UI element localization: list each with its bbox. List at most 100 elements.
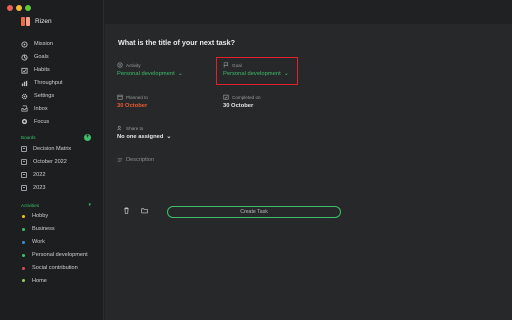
board-icon bbox=[21, 159, 27, 166]
description-placeholder: Description bbox=[126, 157, 154, 163]
nav-item-goals[interactable]: Goals bbox=[21, 51, 97, 64]
nav-item-throughput[interactable]: Throughput bbox=[21, 77, 97, 90]
app-brand[interactable]: Rizen bbox=[21, 17, 52, 26]
activity-color-dot bbox=[22, 227, 25, 231]
board-item-decision-matrix[interactable]: Decision Matrix bbox=[21, 143, 97, 156]
board-icon bbox=[21, 184, 27, 191]
chevron-down-icon: ⌄ bbox=[166, 134, 172, 140]
activity-item-work[interactable]: Work bbox=[21, 236, 97, 249]
add-board-button[interactable]: + bbox=[84, 134, 91, 141]
activities-title: Activities bbox=[21, 202, 40, 208]
completed-field[interactable]: Completed on 30 October bbox=[223, 94, 261, 110]
share-field[interactable]: Share to No one assigned ⌄ bbox=[117, 125, 171, 141]
planned-label: Planned to bbox=[126, 94, 148, 100]
activity-item-social-contribution[interactable]: Social contribution bbox=[21, 262, 97, 275]
activity-label: Hobby bbox=[32, 213, 49, 220]
nav-item-focus[interactable]: Focus bbox=[21, 115, 97, 128]
maximize-window-button[interactable] bbox=[25, 5, 31, 11]
nav-item-label: Focus bbox=[34, 118, 50, 125]
activity-value: Personal development bbox=[117, 71, 175, 77]
nav-item-label: Goals bbox=[34, 54, 49, 61]
activity-color-dot bbox=[22, 240, 25, 244]
activity-color-dot bbox=[22, 279, 25, 283]
calendar-icon bbox=[117, 94, 123, 100]
rizen-logo-icon bbox=[21, 17, 30, 26]
description-input[interactable]: Description bbox=[117, 157, 154, 163]
trash-icon[interactable] bbox=[122, 206, 130, 214]
calendar-check-icon bbox=[223, 94, 229, 100]
board-item-2022[interactable]: 2022 bbox=[21, 169, 97, 182]
close-window-button[interactable] bbox=[7, 5, 13, 11]
activities-section-header[interactable]: Activities ▾ bbox=[21, 202, 91, 208]
planned-date[interactable]: 30 October bbox=[117, 103, 148, 109]
planned-value: 30 October bbox=[117, 103, 148, 109]
activity-item-home[interactable]: Home bbox=[21, 274, 97, 287]
chevron-down-icon[interactable]: ▾ bbox=[88, 202, 91, 208]
completed-value: 30 October bbox=[223, 103, 254, 109]
nav-item-habits[interactable]: Habits bbox=[21, 64, 97, 77]
boards-section-header: Boards + bbox=[21, 134, 91, 141]
nav-item-label: Settings bbox=[34, 93, 55, 99]
board-icon bbox=[21, 171, 27, 178]
board-icon bbox=[21, 146, 27, 153]
minimize-window-button[interactable] bbox=[16, 5, 22, 11]
board-label: 2023 bbox=[33, 184, 46, 191]
nav-item-label: Habits bbox=[34, 67, 50, 74]
chart-icon bbox=[21, 80, 28, 87]
folder-icon[interactable] bbox=[140, 206, 148, 214]
planned-field-label: Planned to bbox=[117, 94, 148, 100]
activity-label: Business bbox=[32, 226, 55, 233]
create-task-panel: What is the title of your next task? Act… bbox=[105, 24, 512, 320]
share-label: Share to bbox=[126, 125, 144, 131]
nav-item-settings[interactable]: Settings bbox=[21, 90, 97, 103]
activity-label: Social contribution bbox=[32, 265, 78, 271]
task-actions bbox=[122, 206, 148, 214]
activity-label: Work bbox=[32, 239, 45, 246]
sidebar: Rizen Mission Goals Habits Throughput Se… bbox=[0, 0, 104, 320]
activity-item-personal-development[interactable]: Personal development bbox=[21, 249, 97, 262]
completed-field-label: Completed on bbox=[223, 94, 261, 100]
boards-list: Decision Matrix October 2022 2022 2023 bbox=[21, 143, 97, 194]
inbox-icon bbox=[21, 105, 28, 112]
board-item-2023[interactable]: 2023 bbox=[21, 181, 97, 194]
activity-label: Activity bbox=[126, 62, 141, 68]
share-field-label: Share to bbox=[117, 125, 171, 131]
description-icon bbox=[117, 158, 123, 162]
boards-title: Boards bbox=[21, 135, 36, 140]
nav-item-inbox[interactable]: Inbox bbox=[21, 102, 97, 115]
activity-item-hobby[interactable]: Hobby bbox=[21, 210, 97, 223]
activity-label: Personal development bbox=[32, 252, 88, 259]
activity-select[interactable]: Personal development ⌄ bbox=[117, 71, 183, 77]
nav-item-label: Inbox bbox=[34, 105, 48, 112]
completed-label: Completed on bbox=[232, 94, 261, 100]
habits-icon bbox=[21, 67, 28, 74]
share-value: No one assigned bbox=[117, 134, 164, 140]
completed-date[interactable]: 30 October bbox=[223, 103, 261, 109]
board-label: Decision Matrix bbox=[33, 146, 72, 153]
goal-highlight-box bbox=[216, 57, 298, 85]
activity-label: Home bbox=[32, 277, 47, 284]
board-item-october-2022[interactable]: October 2022 bbox=[21, 156, 97, 169]
nav-item-label: Throughput bbox=[34, 80, 63, 87]
main-area: What is the title of your next task? Act… bbox=[105, 0, 512, 320]
activity-field[interactable]: Activity Personal development ⌄ bbox=[117, 62, 183, 77]
board-label: 2022 bbox=[33, 171, 46, 178]
share-select[interactable]: No one assigned ⌄ bbox=[117, 134, 171, 140]
activity-field-label: Activity bbox=[117, 62, 183, 68]
create-task-button[interactable]: Create Task bbox=[167, 206, 341, 218]
task-title-input[interactable]: What is the title of your next task? bbox=[118, 38, 235, 47]
chevron-down-icon: ⌄ bbox=[177, 71, 183, 77]
nav-item-label: Mission bbox=[34, 41, 53, 48]
activity-icon bbox=[117, 62, 123, 68]
focus-icon bbox=[21, 118, 28, 125]
target-icon bbox=[21, 41, 28, 48]
activity-color-dot bbox=[22, 253, 25, 257]
app-title: Rizen bbox=[35, 18, 52, 25]
board-label: October 2022 bbox=[33, 159, 67, 166]
share-icon bbox=[117, 125, 122, 131]
activities-list: Hobby Business Work Personal development… bbox=[21, 210, 97, 287]
activity-color-dot bbox=[22, 214, 25, 218]
nav-item-mission[interactable]: Mission bbox=[21, 38, 97, 51]
planned-field[interactable]: Planned to 30 October bbox=[117, 94, 148, 110]
activity-item-business[interactable]: Business bbox=[21, 223, 97, 236]
